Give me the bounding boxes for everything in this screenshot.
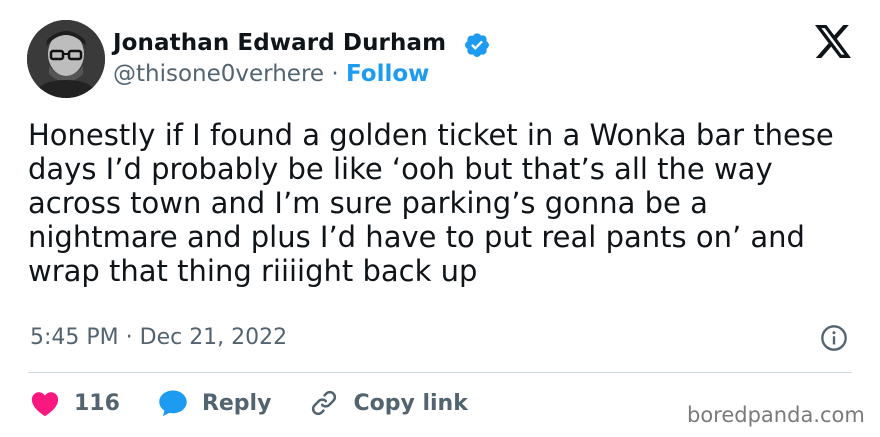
- link-icon: [312, 390, 337, 416]
- reply-button[interactable]: Reply: [158, 389, 272, 417]
- handle-separator: ·: [331, 61, 339, 87]
- copy-link-button[interactable]: Copy link: [309, 388, 468, 418]
- watermark: boredpanda.com: [687, 403, 865, 427]
- follow-button[interactable]: Follow: [346, 61, 429, 87]
- author-name[interactable]: Jonathan Edward Durham: [113, 30, 446, 56]
- verified-badge-icon: [465, 33, 489, 57]
- reply-label: Reply: [201, 390, 272, 416]
- handle-row: @thisone0verhere · Follow: [113, 61, 429, 87]
- like-button[interactable]: 116: [30, 389, 120, 417]
- divider: [28, 372, 852, 373]
- tweet-card: Jonathan Edward Durham @thisone0verhere …: [0, 0, 880, 437]
- copy-link-label: Copy link: [353, 390, 468, 416]
- heart-icon: [31, 392, 59, 417]
- like-count: 116: [74, 390, 120, 416]
- action-bar: 116 Reply Copy link: [30, 386, 506, 420]
- author-handle[interactable]: @thisone0verhere: [113, 61, 324, 87]
- tweet-text: Honestly if I found a golden ticket in a…: [28, 118, 834, 288]
- info-icon[interactable]: [820, 324, 848, 352]
- avatar[interactable]: [27, 20, 105, 98]
- speech-bubble-icon: [159, 390, 187, 417]
- tweet-timestamp[interactable]: 5:45 PM · Dec 21, 2022: [30, 325, 287, 350]
- x-logo-icon[interactable]: [815, 25, 851, 58]
